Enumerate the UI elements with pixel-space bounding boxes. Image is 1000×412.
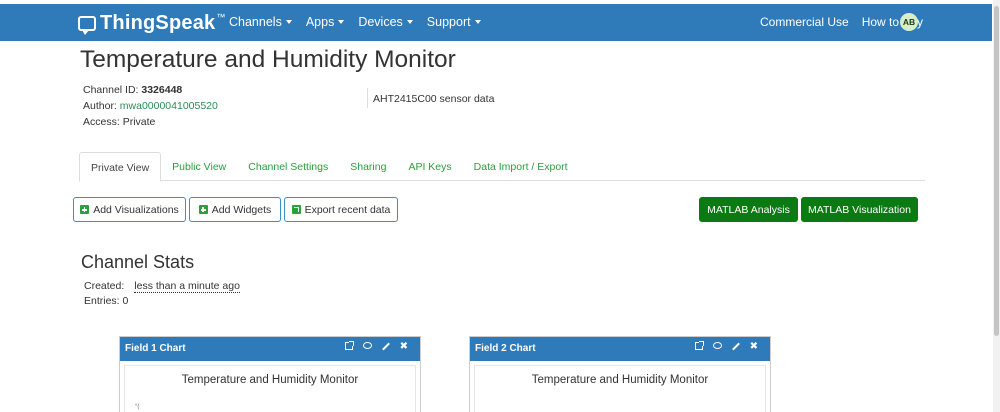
- card-tools: ✖: [344, 341, 408, 352]
- matlab-analysis-button[interactable]: MATLAB Analysis: [699, 197, 798, 222]
- tab-public-view[interactable]: Public View: [161, 152, 237, 181]
- chat-bubble-icon: [78, 16, 96, 35]
- chart-area: Temperature and Humidity Monitor: [474, 365, 766, 412]
- chart-title: Temperature and Humidity Monitor: [181, 374, 359, 386]
- tab-channel-settings[interactable]: Channel Settings: [237, 152, 339, 181]
- plus-square-icon: [80, 205, 90, 214]
- card-title: Field 2 Chart: [475, 343, 536, 354]
- external-link-icon[interactable]: [694, 341, 704, 350]
- external-link-icon[interactable]: [344, 341, 354, 350]
- top-navbar: ThingSpeak ™ Channels Apps Devices Suppo…: [0, 4, 992, 41]
- commercial-use-link[interactable]: Commercial Use: [760, 15, 849, 29]
- author-link[interactable]: mwa0000041005520: [120, 100, 218, 112]
- menu-channels[interactable]: Channels: [229, 15, 292, 29]
- chart-area: Temperature and Humidity Monitor °(: [124, 365, 416, 412]
- comment-icon[interactable]: [712, 342, 722, 349]
- field-1-chart-card: Field 1 Chart ✖ Temperature and Humidity…: [119, 336, 421, 412]
- meta-divider: [367, 88, 368, 108]
- created-label: Created:: [84, 280, 125, 292]
- page-scrollbar[interactable]: [993, 0, 1000, 412]
- menu-devices[interactable]: Devices: [358, 15, 413, 29]
- add-widgets-button[interactable]: Add Widgets: [189, 197, 281, 222]
- main-menu: Channels Apps Devices Support: [229, 15, 481, 29]
- chart-title: Temperature and Humidity Monitor: [531, 374, 709, 386]
- card-title: Field 1 Chart: [125, 343, 186, 354]
- export-icon: [291, 205, 301, 214]
- field-2-chart-card: Field 2 Chart ✖ Temperature and Humidity…: [469, 336, 771, 412]
- entries-value: 0: [122, 295, 129, 307]
- channel-meta: Channel ID: 3326448 Author: mwa000004100…: [83, 82, 218, 130]
- entries-label: Entries:: [84, 295, 120, 307]
- close-icon[interactable]: ✖: [750, 342, 758, 352]
- page-title: Temperature and Humidity Monitor: [80, 46, 456, 73]
- access-label: Access:: [83, 116, 120, 128]
- plus-square-icon: [198, 205, 208, 214]
- channel-id-value: 3326448: [141, 84, 183, 96]
- user-avatar[interactable]: AB: [900, 13, 918, 31]
- nav-right-links: Commercial Use How to Buy: [760, 15, 923, 29]
- comment-icon[interactable]: [362, 342, 372, 349]
- axis-label: °(: [135, 404, 140, 410]
- caret-down-icon: [474, 20, 481, 24]
- card-tools: ✖: [694, 341, 758, 352]
- close-icon[interactable]: ✖: [400, 342, 408, 352]
- pencil-icon[interactable]: [381, 342, 390, 351]
- channel-stats: Created: less than a minute ago Entries: …: [84, 279, 240, 309]
- channel-stats-title: Channel Stats: [81, 252, 195, 272]
- brand-name: ThingSpeak: [100, 12, 216, 34]
- caret-down-icon: [406, 20, 413, 24]
- tab-data-import-export[interactable]: Data Import / Export: [463, 152, 579, 181]
- caret-down-icon: [285, 20, 292, 24]
- trademark-mark: ™: [216, 11, 226, 22]
- add-visualizations-button[interactable]: Add Visualizations: [73, 197, 186, 222]
- tab-api-keys[interactable]: API Keys: [397, 152, 462, 181]
- access-value: Private: [122, 116, 156, 128]
- caret-down-icon: [338, 20, 345, 24]
- channel-id-label: Channel ID:: [83, 84, 139, 96]
- channel-description: AHT2415C00 sensor data: [373, 93, 495, 105]
- scrollbar-thumb[interactable]: [994, 6, 999, 336]
- thingspeak-logo[interactable]: ThingSpeak ™: [78, 12, 226, 35]
- menu-apps[interactable]: Apps: [306, 15, 345, 29]
- menu-support[interactable]: Support: [427, 15, 481, 29]
- card-header: Field 2 Chart ✖: [470, 337, 770, 361]
- tab-private-view[interactable]: Private View: [79, 152, 162, 182]
- card-header: Field 1 Chart ✖: [120, 337, 420, 361]
- pencil-icon[interactable]: [731, 342, 740, 351]
- channel-tabs: Private View Public View Channel Setting…: [79, 152, 925, 182]
- created-value: less than a minute ago: [134, 280, 240, 293]
- export-recent-data-button[interactable]: Export recent data: [284, 197, 398, 222]
- author-label: Author:: [83, 100, 117, 112]
- matlab-visualization-button[interactable]: MATLAB Visualization: [801, 197, 918, 222]
- tab-sharing[interactable]: Sharing: [339, 152, 397, 181]
